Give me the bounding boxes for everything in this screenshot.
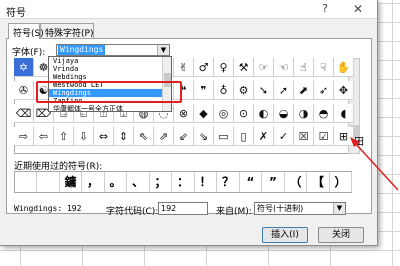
symbol-cell[interactable]: ⇗: [154, 127, 174, 146]
recent-symbol-cell[interactable]: ；: [150, 172, 172, 192]
recent-symbol-cell[interactable]: “: [240, 172, 262, 192]
recent-symbol-cell[interactable]: ，: [83, 172, 105, 192]
symbol-cell[interactable]: ✥: [334, 81, 354, 100]
symbol-cell[interactable]: ⇨: [14, 127, 34, 146]
recent-symbol-cell[interactable]: 。: [105, 172, 127, 192]
recent-symbol-cell[interactable]: 鏞: [60, 172, 82, 192]
symbol-cell[interactable]: ☑: [314, 127, 334, 146]
symbol-dialog: 符号 ? ✕ 符号(S) 特殊字符(P) 字体(F): Wingdings ▼ …: [0, 0, 378, 246]
symbol-cell[interactable]: ✌: [174, 58, 194, 77]
symbol-cell[interactable]: ✡: [14, 58, 34, 77]
char-code-label: 字符代码(C):: [106, 207, 159, 217]
symbol-cell[interactable]: ☞: [254, 58, 274, 77]
recent-symbol-cell[interactable]: ！: [195, 172, 217, 192]
symbol-cell[interactable]: ▯: [234, 127, 254, 146]
symbol-cell[interactable]: ☝: [294, 58, 314, 77]
recent-symbol-cell[interactable]: 、: [128, 172, 150, 192]
tab-symbols[interactable]: 符号(S): [8, 23, 44, 39]
font-option[interactable]: Vijaya: [49, 57, 171, 65]
symbol-cell[interactable]: ❞: [194, 81, 214, 100]
font-option[interactable]: 华康郷体一号全方正体: [49, 105, 171, 111]
symbol-cell[interactable]: ⇧: [54, 127, 74, 146]
symbol-cell[interactable]: ⇖: [134, 127, 154, 146]
symbol-cell[interactable]: ⇙: [174, 127, 194, 146]
symbol-cell[interactable]: ♂: [194, 58, 214, 77]
from-select-value: 符号(十进制): [257, 204, 304, 213]
font-option[interactable]: Vrinda: [49, 65, 171, 73]
recent-symbol-cell[interactable]: ”: [263, 172, 285, 192]
symbol-cell[interactable]: ⌫: [14, 104, 34, 123]
symbol-cell[interactable]: ➶: [314, 81, 334, 100]
symbol-cell[interactable]: ⚙: [234, 81, 254, 100]
title-bar: 符号 ? ✕: [0, 0, 377, 19]
chevron-down-icon[interactable]: ▼: [333, 203, 345, 214]
font-code-text: Wingdings: 192: [14, 204, 82, 213]
font-option[interactable]: Webdings: [49, 73, 171, 81]
symbol-cell[interactable]: ◐: [254, 104, 274, 123]
symbol-cell[interactable]: ⚒: [234, 58, 254, 77]
symbol-cell[interactable]: ➘: [254, 81, 274, 100]
recent-symbol-cell[interactable]: [15, 172, 37, 192]
symbol-cell[interactable]: ⬈: [294, 81, 314, 100]
recent-symbol-cell[interactable]: [38, 172, 60, 192]
symbol-cell[interactable]: ♁: [214, 81, 234, 100]
recent-symbol-cell[interactable]: （: [285, 172, 307, 192]
symbol-cell[interactable]: ✗: [254, 127, 274, 146]
highlight-box: [36, 81, 182, 103]
recent-symbol-cell[interactable]: ：: [173, 172, 195, 192]
tab-special-chars[interactable]: 特殊字符(P): [40, 23, 94, 39]
symbol-cell[interactable]: ⊗: [174, 104, 194, 123]
help-icon[interactable]: ?: [318, 2, 332, 16]
char-code-input[interactable]: 192: [158, 202, 208, 215]
symbol-cell[interactable]: ◑: [294, 104, 314, 123]
symbol-cell[interactable]: ☜: [274, 58, 294, 77]
recent-symbol-cell[interactable]: ？: [218, 172, 240, 192]
symbol-cell[interactable]: ☟: [314, 58, 334, 77]
symbol-cell[interactable]: ▭: [214, 127, 234, 146]
symbol-cell[interactable]: ◖: [334, 104, 354, 123]
recent-symbol-cell[interactable]: 【: [308, 172, 330, 192]
font-select[interactable]: Wingdings ▼: [56, 44, 170, 56]
symbol-cell[interactable]: ◒: [274, 104, 294, 123]
symbol-cell[interactable]: ♀: [214, 58, 234, 77]
symbol-cell[interactable]: ◆: [194, 104, 214, 123]
symbol-cell[interactable]: ⇩: [74, 127, 94, 146]
symbol-cell[interactable]: ☒: [294, 127, 314, 146]
font-label: 字体(F):: [12, 48, 46, 58]
symbol-cell[interactable]: ◎: [214, 104, 234, 123]
close-button[interactable]: 关闭: [318, 227, 364, 243]
chevron-down-icon[interactable]: ▼: [157, 45, 169, 55]
symbol-cell[interactable]: ⇔: [94, 127, 114, 146]
symbol-cell[interactable]: ⊞: [334, 127, 354, 146]
symbol-cell[interactable]: ◓: [314, 104, 334, 123]
symbol-cell[interactable]: ✇: [14, 81, 34, 100]
recent-symbols-row: 鏞，。、；：！？ “” （【）: [14, 171, 352, 193]
recent-symbol-cell[interactable]: ）: [330, 172, 352, 192]
symbol-cell[interactable]: ⇕: [114, 127, 134, 146]
close-icon[interactable]: ✕: [348, 1, 368, 17]
symbol-cell[interactable]: ➚: [274, 81, 294, 100]
from-label: 来自(M):: [216, 207, 252, 217]
from-select[interactable]: 符号(十进制) ▼: [254, 202, 346, 215]
grid-symbol-icon: 田: [354, 137, 364, 148]
symbol-cell[interactable]: ✓: [274, 127, 294, 146]
symbol-cell[interactable]: ⇦: [34, 127, 54, 146]
symbol-cell[interactable]: ⊙: [234, 104, 254, 123]
symbol-cell[interactable]: ⇘: [194, 127, 214, 146]
insert-button[interactable]: 插入(I): [262, 227, 308, 243]
font-select-value: Wingdings: [58, 45, 106, 55]
dialog-title: 符号: [6, 8, 26, 19]
symbol-cell[interactable]: ✋: [334, 58, 354, 77]
